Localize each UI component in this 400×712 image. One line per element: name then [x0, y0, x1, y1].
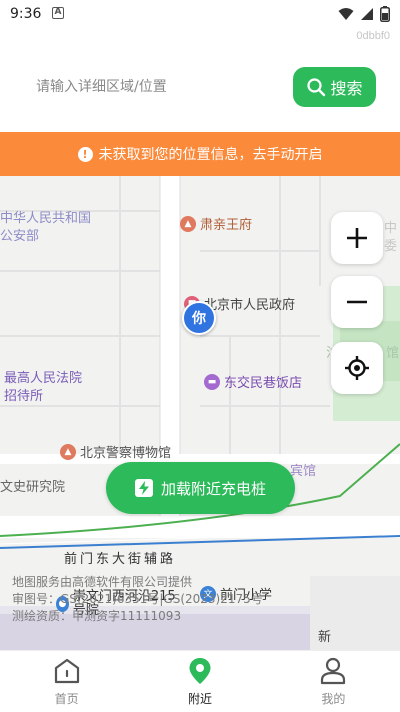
credit-line: 测绘资质：甲测资字11111093	[12, 609, 182, 623]
map-label-right-mid2: 馆	[386, 346, 400, 361]
location-pin-icon	[189, 658, 211, 684]
warning-text: 未获取到您的位置信息，去手动开启	[98, 147, 323, 163]
load-chargers-label: 加载附近充电桩	[160, 479, 266, 498]
museum-icon: ▲	[60, 443, 76, 460]
signal-icon	[361, 8, 373, 20]
lightning-icon	[134, 479, 153, 497]
credit-line: 地图服务由高德软件有限公司提供	[12, 575, 193, 589]
bottom-navigation: 首页 附近 我的	[0, 650, 400, 712]
notification-icon: A	[52, 7, 64, 19]
map-label-road: 前门东大街辅路	[64, 552, 177, 567]
crosshair-icon	[345, 356, 369, 380]
zoom-out-button[interactable]	[331, 276, 383, 328]
building-icon: ▲	[180, 215, 196, 232]
search-button[interactable]: 搜索	[293, 67, 376, 107]
zoom-in-button[interactable]	[331, 212, 383, 264]
poi-label: 肃亲王府	[200, 218, 253, 233]
nav-mine[interactable]: 我的	[267, 651, 400, 712]
plus-icon	[347, 228, 367, 248]
battery-icon	[380, 6, 390, 22]
poi-suqin-palace[interactable]: ▲ 肃亲王府	[180, 214, 252, 233]
map-label-binguan: 宾馆	[290, 464, 317, 479]
poi-label: 北京警察博物馆	[80, 446, 172, 461]
nav-label: 我的	[321, 692, 346, 706]
status-bar: 9:36 A	[0, 0, 400, 28]
map-label-right-top: 中 委	[384, 221, 398, 254]
poi-police-museum[interactable]: ▲ 北京警察博物馆	[60, 442, 171, 461]
nav-nearby[interactable]: 附近	[133, 651, 266, 712]
map-label-xin: 新	[318, 630, 332, 645]
poi-label: 东交民巷饭店	[224, 376, 303, 391]
device-id: 0dbbf0	[356, 30, 390, 42]
nav-label: 首页	[54, 692, 79, 706]
map-credits: 地图服务由高德软件有限公司提供 审图号：GS(2021)6351号|GS(202…	[12, 574, 263, 625]
status-time: 9:36	[10, 6, 42, 22]
load-nearby-chargers-button[interactable]: 加载附近充电桩	[106, 462, 295, 514]
locate-button[interactable]	[331, 342, 383, 394]
map-view[interactable]: 中华人民共和国 公安部 最高人民法院 招待所 文史研究院 宾馆 前门东大街辅路 …	[0, 176, 400, 650]
user-icon	[321, 657, 346, 685]
wifi-icon	[338, 8, 354, 20]
user-location-marker[interactable]: 你	[182, 301, 218, 341]
search-input[interactable]	[36, 74, 276, 100]
map-label-wenshi: 文史研究院	[0, 480, 66, 495]
search-button-label: 搜索	[330, 79, 363, 98]
alert-icon: !	[77, 146, 93, 162]
search-bar: 搜索	[0, 56, 400, 116]
poi-dongjiao-hotel[interactable]: ▬ 东交民巷饭店	[204, 372, 302, 391]
search-icon	[307, 78, 326, 97]
home-icon	[54, 658, 79, 684]
minus-icon	[347, 300, 367, 304]
credit-line: 审图号：GS(2021)6351号|GS(2023)2175号	[12, 592, 263, 606]
user-marker-label: 你	[182, 301, 216, 335]
hotel-icon: ▬	[204, 373, 220, 390]
map-label-court: 最高人民法院 招待所	[4, 371, 83, 404]
nav-label: 附近	[187, 692, 212, 706]
status-icons	[338, 6, 390, 22]
map-label-ministry: 中华人民共和国 公安部	[0, 211, 92, 244]
nav-home[interactable]: 首页	[0, 651, 133, 712]
location-warning-banner[interactable]: ! 未获取到您的位置信息，去手动开启	[0, 132, 400, 176]
